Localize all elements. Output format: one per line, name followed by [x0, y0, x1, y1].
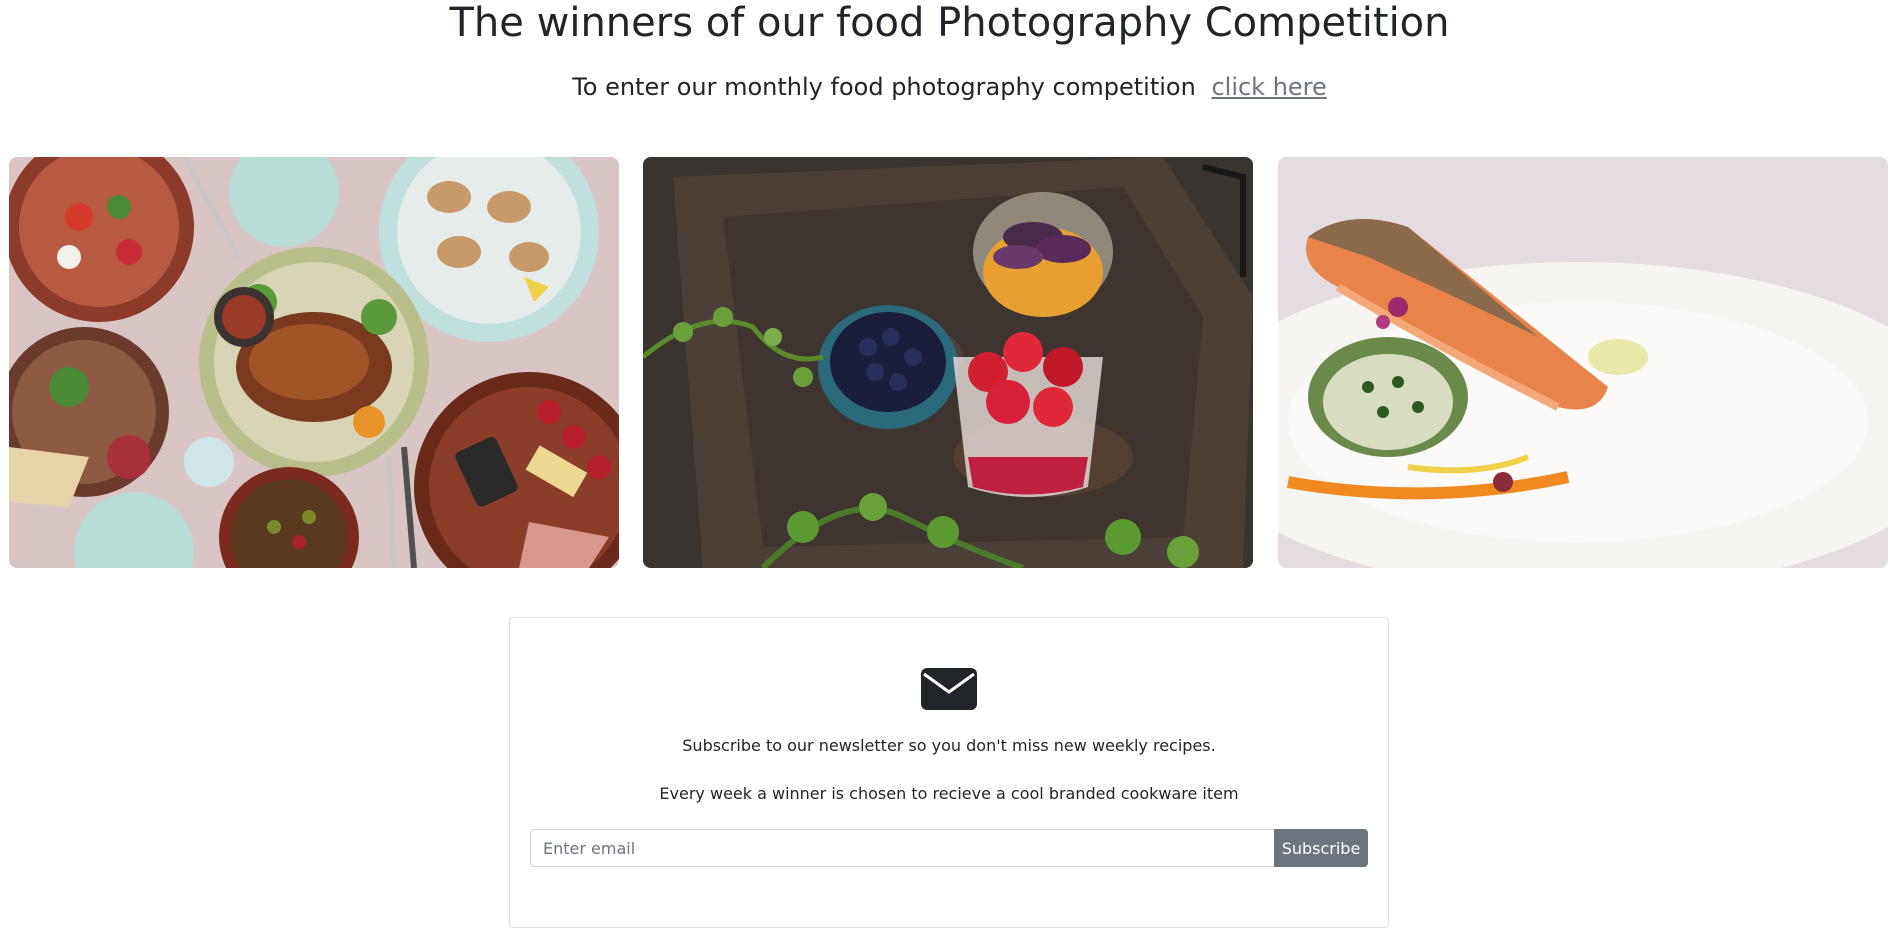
winner-photo-berry-desserts [643, 157, 1253, 568]
envelope-icon [921, 668, 977, 710]
page-title: The winners of our food Photography Comp… [449, 0, 1450, 46]
newsletter-prize-info: Every week a winner is chosen to recieve… [659, 784, 1239, 803]
winner-photo-salmon-plate [1278, 157, 1888, 568]
subtitle-text: To enter our monthly food photography co… [572, 73, 1196, 101]
enter-competition-link[interactable]: click here [1211, 73, 1326, 101]
subscribe-form: Subscribe [530, 829, 1368, 867]
newsletter-card: Subscribe to our newsletter so you don't… [509, 617, 1389, 928]
newsletter-description: Subscribe to our newsletter so you don't… [682, 736, 1216, 755]
subscribe-button[interactable]: Subscribe [1274, 829, 1368, 867]
winners-gallery [9, 157, 1889, 568]
competition-subtitle: To enter our monthly food photography co… [0, 72, 1899, 102]
email-input[interactable] [530, 829, 1274, 867]
winner-photo-table-spread [9, 157, 619, 568]
